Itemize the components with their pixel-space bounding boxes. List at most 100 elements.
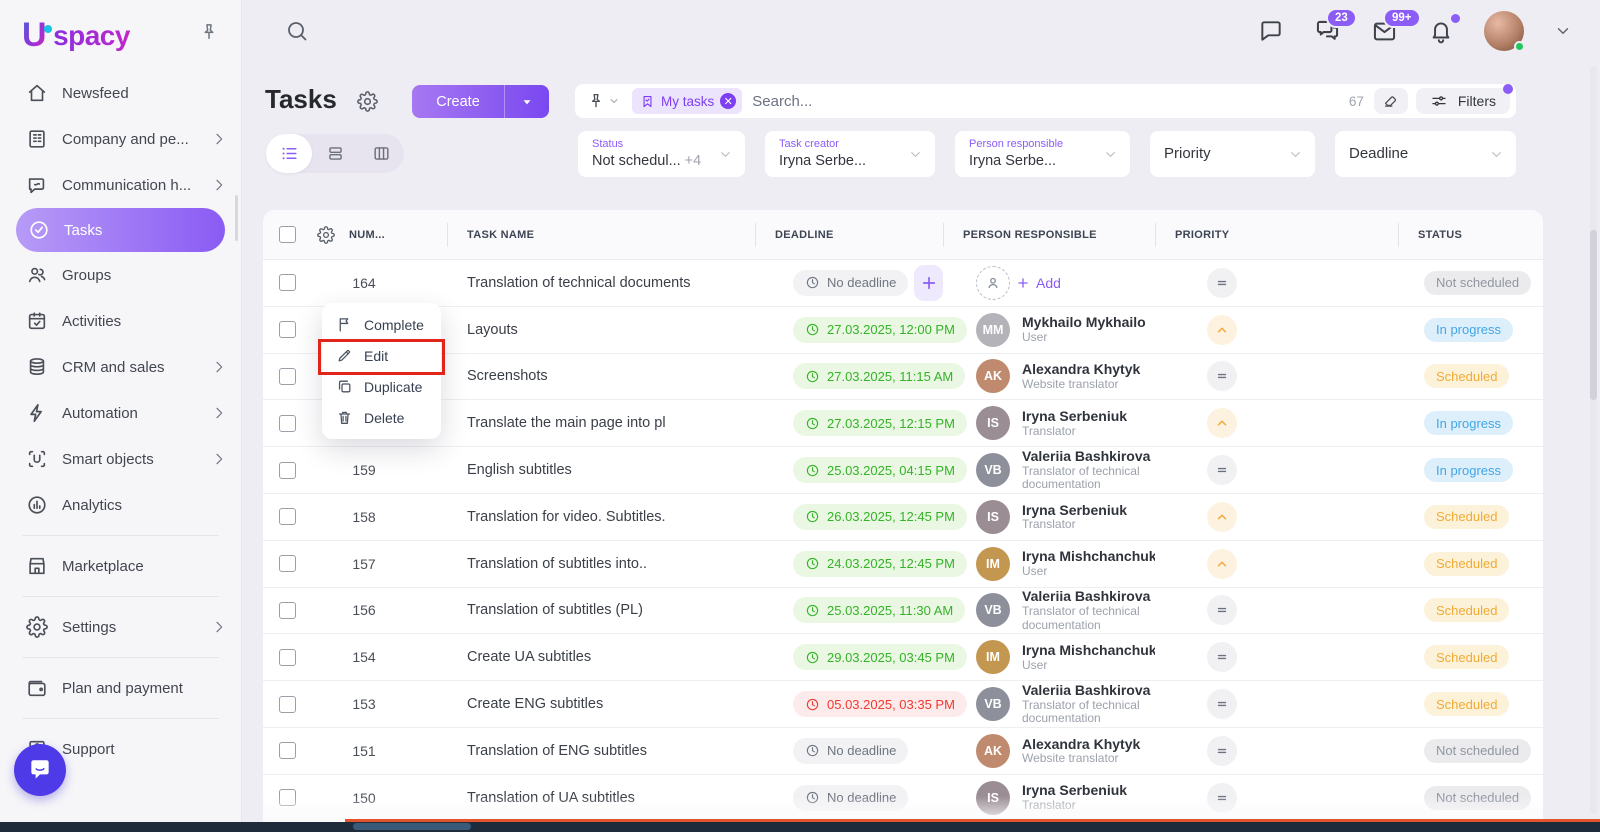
table-row[interactable]: 151 Translation of ENG subtitles No dead… [263,728,1543,775]
row-checkbox[interactable] [278,508,296,526]
deadline-chip[interactable]: 27.03.2025, 12:15 PM [793,410,967,437]
task-name[interactable]: Layouts [447,322,755,338]
menu-item-complete[interactable]: Complete [322,309,441,340]
filter-person-responsible-dropdown[interactable]: Person responsible Iryna Serbe... [955,131,1130,177]
person-cell[interactable]: VB Valeriia Bashkirova Translator of tec… [976,588,1155,632]
task-name[interactable]: Translation of ENG subtitles [447,743,755,759]
row-checkbox[interactable] [278,367,296,385]
row-checkbox[interactable] [278,461,296,479]
column-header-person[interactable]: PERSON RESPONSIBLE [943,210,1155,259]
task-name[interactable]: Translation of subtitles (PL) [447,602,755,618]
table-row[interactable]: 156 Translation of subtitles (PL) 25.03.… [263,588,1543,635]
sidebar-item-newsfeed[interactable]: Newsfeed [0,70,241,116]
sidebar-item-smart-objects[interactable]: Smart objects [0,436,241,482]
bell-icon[interactable] [1428,14,1460,44]
task-name[interactable]: Translation of UA subtitles [447,790,755,806]
table-row[interactable]: Translate the main page into pl 27.03.20… [263,400,1543,448]
deadline-chip[interactable]: 24.03.2025, 12:45 PM [793,550,967,577]
sidebar-item-company[interactable]: Company and pe... [0,116,241,162]
sidebar-item-plan-payment[interactable]: Plan and payment [0,665,241,711]
person-cell[interactable]: IM Iryna Mishchanchuk User [976,546,1155,581]
mail-icon[interactable]: 99+ [1371,7,1421,45]
page-scrollbar-track[interactable] [1590,66,1597,814]
tasks-settings-gear-icon[interactable] [357,91,378,112]
deadline-chip[interactable]: 27.03.2025, 11:15 AM [793,363,966,390]
chip-close-icon[interactable]: ✕ [720,93,737,109]
filter-status-dropdown[interactable]: Status Not schedul... +4 [578,131,745,177]
person-cell[interactable]: IS Iryna Serbeniuk Translator [976,499,1127,534]
priority-badge[interactable] [1207,455,1237,486]
select-all-checkbox[interactable] [278,226,296,243]
sidebar-pin-icon[interactable] [199,22,219,42]
deadline-chip[interactable]: 27.03.2025, 12:00 PM [793,316,967,343]
table-row[interactable]: 153 Create ENG subtitles 05.03.2025, 03:… [263,681,1543,728]
status-pill[interactable]: Scheduled [1424,364,1510,389]
row-checkbox[interactable] [278,648,296,666]
priority-badge[interactable] [1207,689,1237,720]
status-pill[interactable]: Scheduled [1424,645,1510,670]
filters-button[interactable]: Filters [1415,84,1513,114]
person-cell[interactable]: AK Alexandra Khytyk Website translator [976,359,1140,394]
comment-icon[interactable] [1258,18,1284,44]
global-search-icon[interactable] [285,19,309,43]
status-pill[interactable]: Scheduled [1424,692,1510,717]
column-settings-gear-icon[interactable] [317,225,335,244]
deadline-chip[interactable]: No deadline [793,737,909,764]
page-scrollbar-thumb[interactable] [1590,230,1597,400]
row-checkbox[interactable] [278,601,296,619]
task-name[interactable]: Translation for video. Subtitles. [447,509,755,525]
sidebar-item-automation[interactable]: Automation [0,390,241,436]
filter-priority-dropdown[interactable]: Priority [1150,131,1315,177]
table-row[interactable]: Screenshots 27.03.2025, 11:15 AM AK Alex… [263,354,1543,401]
status-pill[interactable]: In progress [1424,411,1514,436]
priority-badge[interactable] [1207,642,1237,673]
sidebar-item-analytics[interactable]: Analytics [0,482,241,528]
column-header-priority[interactable]: PRIORITY [1155,210,1398,259]
deadline-chip[interactable]: No deadline [793,269,909,296]
create-dropdown-button[interactable] [505,85,549,118]
filter-task-creator-dropdown[interactable]: Task creator Iryna Serbe... [765,131,935,177]
chat-launcher-button[interactable] [14,744,66,796]
sidebar-item-tasks[interactable]: Tasks [16,208,225,252]
column-header-num[interactable]: NUM... [349,229,385,241]
sidebar-item-marketplace[interactable]: Marketplace [0,543,241,589]
menu-item-delete[interactable]: Delete [322,402,441,433]
priority-badge[interactable] [1207,314,1237,345]
status-pill[interactable]: In progress [1424,458,1514,483]
deadline-chip[interactable]: 25.03.2025, 11:30 AM [793,597,966,624]
priority-badge[interactable] [1207,548,1237,579]
status-pill[interactable]: Scheduled [1424,504,1510,529]
pin-filter-dropdown[interactable] [587,92,620,110]
chats-icon[interactable]: 23 [1314,7,1357,45]
task-name[interactable]: Screenshots [447,368,755,384]
filter-deadline-dropdown[interactable]: Deadline [1335,131,1516,177]
task-name[interactable]: Translate the main page into pl [447,415,755,431]
add-person-button[interactable]: Add [976,265,1061,300]
table-row[interactable]: 164 Translation of technical documents N… [263,260,1543,307]
table-row[interactable]: 158 Translation for video. Subtitles. 26… [263,494,1543,541]
person-cell[interactable]: MM Mykhailo Mykhailo User [976,312,1146,347]
view-list-button[interactable] [266,134,312,173]
person-cell[interactable]: VB Valeriia Bashkirova Translator of tec… [976,448,1155,492]
priority-badge[interactable] [1207,361,1237,392]
person-cell[interactable]: IS Iryna Serbeniuk Translator [976,406,1127,441]
status-pill[interactable]: Not scheduled [1424,270,1532,295]
sidebar-item-activities[interactable]: Activities [0,298,241,344]
priority-badge[interactable] [1207,782,1237,813]
priority-badge[interactable] [1207,735,1237,766]
task-name[interactable]: English subtitles [447,462,755,478]
menu-item-duplicate[interactable]: Duplicate [322,371,441,402]
status-pill[interactable]: Not scheduled [1424,738,1532,763]
sidebar-scrollbar[interactable] [235,195,238,241]
priority-badge[interactable] [1207,408,1237,439]
row-checkbox[interactable] [278,274,296,292]
status-pill[interactable]: Scheduled [1424,551,1510,576]
row-checkbox[interactable] [278,321,296,339]
person-cell[interactable]: IS Iryna Serbeniuk Translator [976,780,1127,815]
add-deadline-button[interactable] [914,264,943,301]
column-header-status[interactable]: STATUS [1398,210,1543,259]
sidebar-item-groups[interactable]: Groups [0,252,241,298]
column-header-deadline[interactable]: DEADLINE [755,210,943,259]
sidebar-item-communication[interactable]: Communication h... [0,162,241,208]
status-pill[interactable]: In progress [1424,317,1514,342]
